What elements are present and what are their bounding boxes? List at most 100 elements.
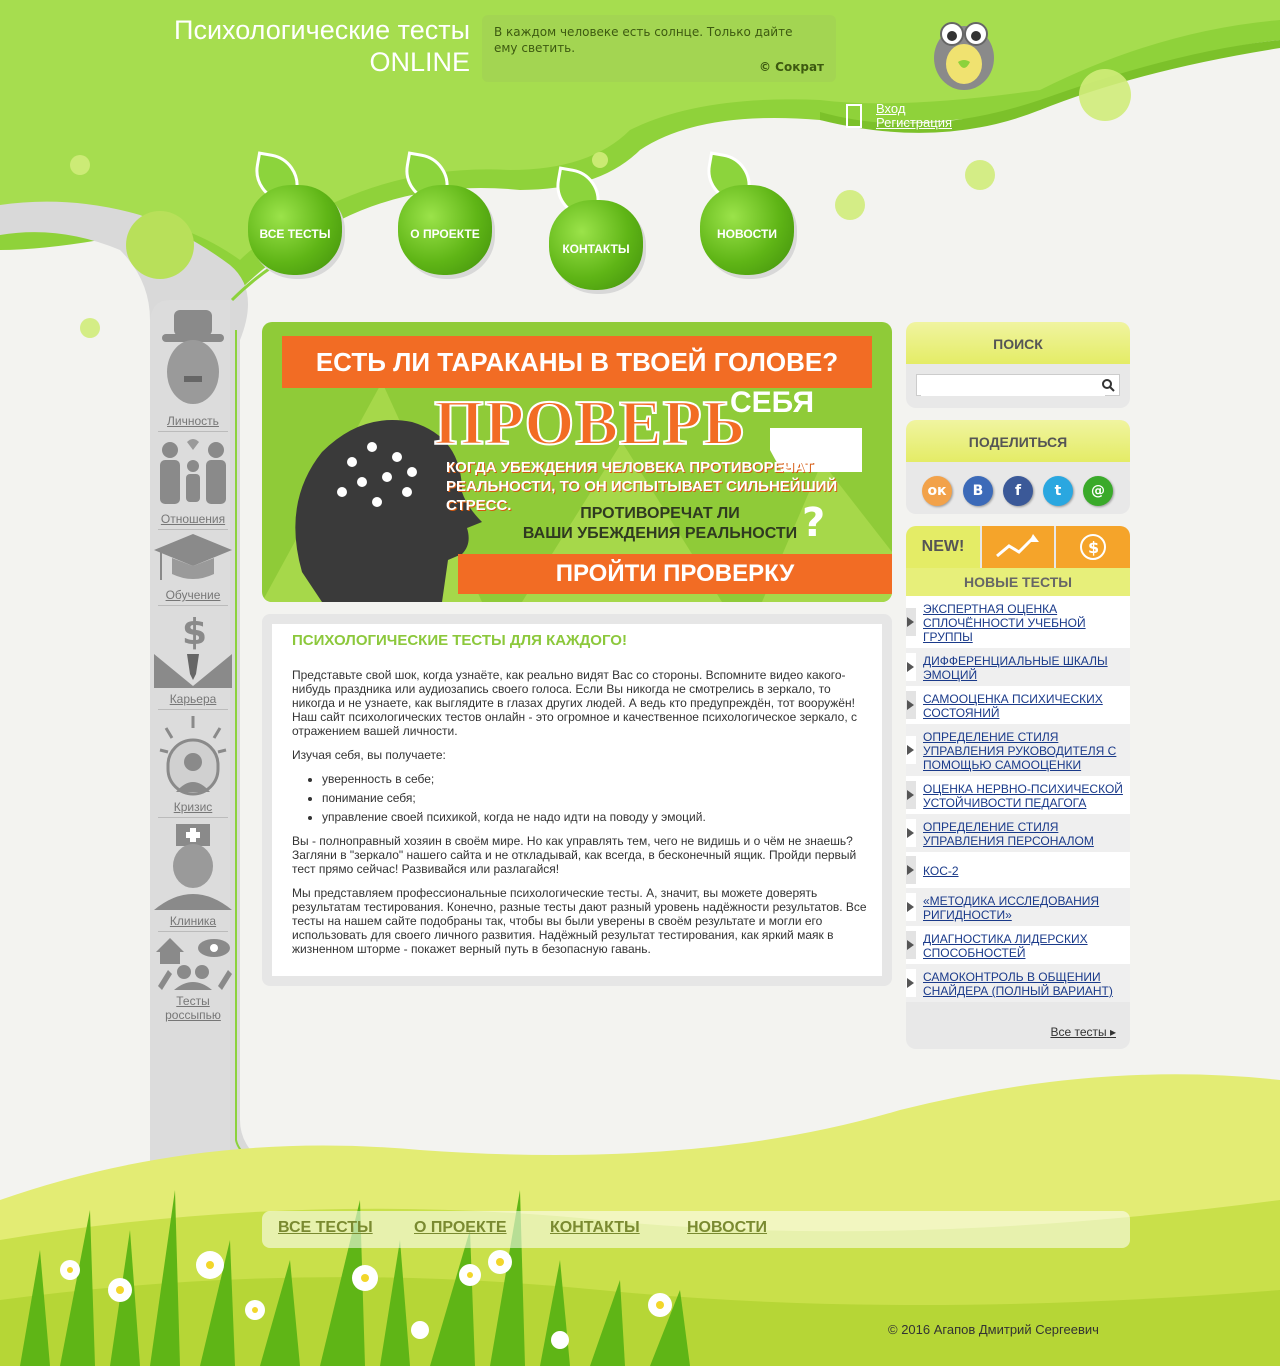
chevron-right-icon: ▸ bbox=[1109, 1025, 1116, 1039]
tab-paid[interactable]: $ bbox=[1056, 526, 1130, 568]
category-personality[interactable]: Личность bbox=[152, 310, 234, 432]
category-relations[interactable]: Отношения bbox=[152, 436, 234, 530]
divider bbox=[158, 605, 228, 606]
list-item[interactable]: Определение стиля управления персоналом bbox=[906, 814, 1130, 852]
test-link[interactable]: КОС-2 bbox=[923, 864, 959, 878]
trend-chart-icon bbox=[996, 534, 1039, 558]
nav-news[interactable]: НОВОСТИ bbox=[700, 151, 796, 275]
banner-cta-button[interactable]: ПРОЙТИ ПРОВЕРКУ bbox=[458, 554, 892, 594]
list-item[interactable]: Оценка нервно-психической устойчивости п… bbox=[906, 776, 1130, 814]
list-item: понимание себя; bbox=[322, 791, 872, 805]
all-tests-label: Все тесты bbox=[1050, 1025, 1107, 1039]
arrow-icon bbox=[906, 736, 916, 764]
list-item[interactable]: Экспертная оценка сплочённости учебной г… bbox=[906, 596, 1130, 648]
new-tests-panel: NEW! $ НОВЫЕ ТЕСТЫ Экспертная оценка спл… bbox=[906, 526, 1130, 1049]
list-item[interactable]: Диагностика лидерских способностей bbox=[906, 926, 1130, 964]
new-tests-list: Экспертная оценка сплочённости учебной г… bbox=[906, 596, 1130, 1002]
test-link[interactable]: Экспертная оценка сплочённости учебной г… bbox=[923, 602, 1086, 644]
search-icon[interactable] bbox=[1101, 378, 1115, 392]
family-icon bbox=[160, 439, 226, 504]
arrow-icon bbox=[906, 819, 916, 847]
svg-text:$: $ bbox=[182, 612, 207, 653]
banner-statement-line1: КОГДА УБЕЖДЕНИЯ ЧЕЛОВЕКА ПРОТИВОРЕЧАТ bbox=[446, 459, 814, 476]
test-link[interactable]: Определение стиля управления руководител… bbox=[923, 730, 1116, 772]
list-item[interactable]: КОС-2 bbox=[906, 852, 1130, 888]
stressed-person-icon bbox=[159, 716, 227, 796]
footer-link-contacts[interactable]: КОНТАКТЫ bbox=[550, 1219, 640, 1237]
footer-link-about[interactable]: О ПРОЕКТЕ bbox=[414, 1219, 507, 1237]
businessman-dollar-icon: $ bbox=[154, 612, 232, 688]
copyright: © 2016 Агапов Дмитрий Сергеевич bbox=[888, 1322, 1099, 1337]
nurse-icon bbox=[154, 824, 232, 910]
benefits-list: уверенность в себе; понимание себя; упра… bbox=[292, 772, 872, 824]
door-icon bbox=[846, 104, 862, 128]
quote-text: В каждом человеке есть солнце. Только да… bbox=[494, 25, 793, 55]
vkontakte-icon[interactable]: В bbox=[963, 476, 993, 506]
arrow-icon bbox=[906, 691, 916, 719]
owl-icon bbox=[934, 22, 994, 90]
divider bbox=[158, 709, 228, 710]
category-clinic[interactable]: Клиника bbox=[152, 822, 234, 932]
share-title: ПОДЕЛИТЬСЯ bbox=[906, 420, 1130, 462]
category-misc-tests[interactable]: Тесты россыпью bbox=[152, 934, 234, 1022]
new-tests-title: НОВЫЕ ТЕСТЫ bbox=[906, 568, 1130, 596]
divider bbox=[158, 931, 228, 932]
odnoklassniki-icon[interactable]: ок bbox=[922, 476, 952, 506]
arrow-icon bbox=[906, 781, 916, 809]
category-label: Личность bbox=[167, 414, 219, 428]
share-panel: ПОДЕЛИТЬСЯ ок В f t @ bbox=[906, 420, 1130, 514]
facebook-icon[interactable]: f bbox=[1003, 476, 1033, 506]
list-item: уверенность в себе; bbox=[322, 772, 872, 786]
register-link[interactable]: Регистрация bbox=[876, 116, 952, 130]
mail-ru-icon[interactable]: @ bbox=[1083, 476, 1113, 506]
search-panel: ПОИСК bbox=[906, 322, 1130, 408]
category-label: Отношения bbox=[160, 512, 226, 526]
category-crisis[interactable]: Кризис bbox=[152, 716, 234, 818]
test-link[interactable]: Самооценка психических состояний bbox=[923, 692, 1103, 720]
test-link[interactable]: Самоконтроль в общении Снайдера (полный … bbox=[923, 970, 1113, 998]
all-tests-link[interactable]: Все тесты ▸ bbox=[1050, 1025, 1116, 1039]
quote-bubble: В каждом человеке есть солнце. Только да… bbox=[482, 15, 836, 82]
login-link[interactable]: Вход bbox=[876, 102, 952, 116]
category-label: Обучение bbox=[165, 588, 221, 602]
arrow-icon bbox=[906, 931, 916, 959]
list-item[interactable]: Определение стиля управления руководител… bbox=[906, 724, 1130, 776]
search-input[interactable] bbox=[921, 376, 1105, 396]
nav-label: О ПРОЕКТЕ bbox=[410, 227, 480, 241]
site-title[interactable]: Психологические тесты ONLINE bbox=[150, 14, 470, 78]
test-link[interactable]: Диагностика лидерских способностей bbox=[923, 932, 1088, 960]
nav-contacts[interactable]: КОНТАКТЫ bbox=[549, 166, 645, 290]
banner-question: ПРОТИВОРЕЧАТ ЛИ ВАШИ УБЕЖДЕНИЯ РЕАЛЬНОСТ… bbox=[510, 504, 810, 544]
test-link[interactable]: «Методика исследования ригидности» bbox=[923, 894, 1099, 922]
article-paragraph: Мы представляем профессиональные психоло… bbox=[292, 886, 867, 956]
category-education[interactable]: Обучение bbox=[152, 530, 234, 606]
arrow-icon bbox=[906, 653, 916, 681]
graduation-cap-icon bbox=[154, 534, 232, 580]
list-item[interactable]: Самоконтроль в общении Снайдера (полный … bbox=[906, 964, 1130, 1002]
footer-link-news[interactable]: НОВОСТИ bbox=[687, 1219, 767, 1237]
footer-nav: ВСЕ ТЕСТЫ О ПРОЕКТЕ КОНТАКТЫ НОВОСТИ bbox=[262, 1211, 1130, 1248]
list-item[interactable]: «Методика исследования ригидности» bbox=[906, 888, 1130, 926]
nav-label: НОВОСТИ bbox=[716, 227, 778, 241]
test-link[interactable]: Дифференциальные шкалы эмоций bbox=[923, 654, 1108, 682]
list-item[interactable]: Дифференциальные шкалы эмоций bbox=[906, 648, 1130, 686]
nav-label: КОНТАКТЫ bbox=[562, 242, 630, 256]
nav-all-tests[interactable]: ВСЕ ТЕСТЫ bbox=[248, 151, 344, 275]
list-item[interactable]: Самооценка психических состояний bbox=[906, 686, 1130, 724]
tests-tabs: NEW! $ bbox=[906, 526, 1130, 568]
article-body: ПСИХОЛОГИЧЕСКИЕ ТЕСТЫ ДЛЯ КАЖДОГО! Предс… bbox=[272, 624, 882, 976]
test-link[interactable]: Оценка нервно-психической устойчивости п… bbox=[923, 782, 1123, 810]
footer-link-all-tests[interactable]: ВСЕ ТЕСТЫ bbox=[278, 1219, 373, 1237]
twitter-icon[interactable]: t bbox=[1043, 476, 1073, 506]
site-title-line2: ONLINE bbox=[369, 47, 470, 77]
category-career[interactable]: $ Карьера bbox=[152, 610, 234, 710]
search-field[interactable] bbox=[916, 374, 1120, 396]
test-link[interactable]: Определение стиля управления персоналом bbox=[923, 820, 1094, 848]
banner-question-line1: ПРОТИВОРЕЧАТ ЛИ bbox=[580, 505, 740, 522]
tab-new[interactable]: NEW! bbox=[906, 526, 980, 568]
arrow-icon bbox=[906, 969, 916, 997]
tab-popular[interactable] bbox=[982, 526, 1054, 568]
promo-banner[interactable]: ЕСТЬ ЛИ ТАРАКАНЫ В ТВОЕЙ ГОЛОВЕ? ПРОВЕРЬ… bbox=[262, 322, 892, 602]
nav-about[interactable]: О ПРОЕКТЕ bbox=[398, 151, 494, 275]
list-item: управление своей психикой, когда не надо… bbox=[322, 810, 872, 824]
